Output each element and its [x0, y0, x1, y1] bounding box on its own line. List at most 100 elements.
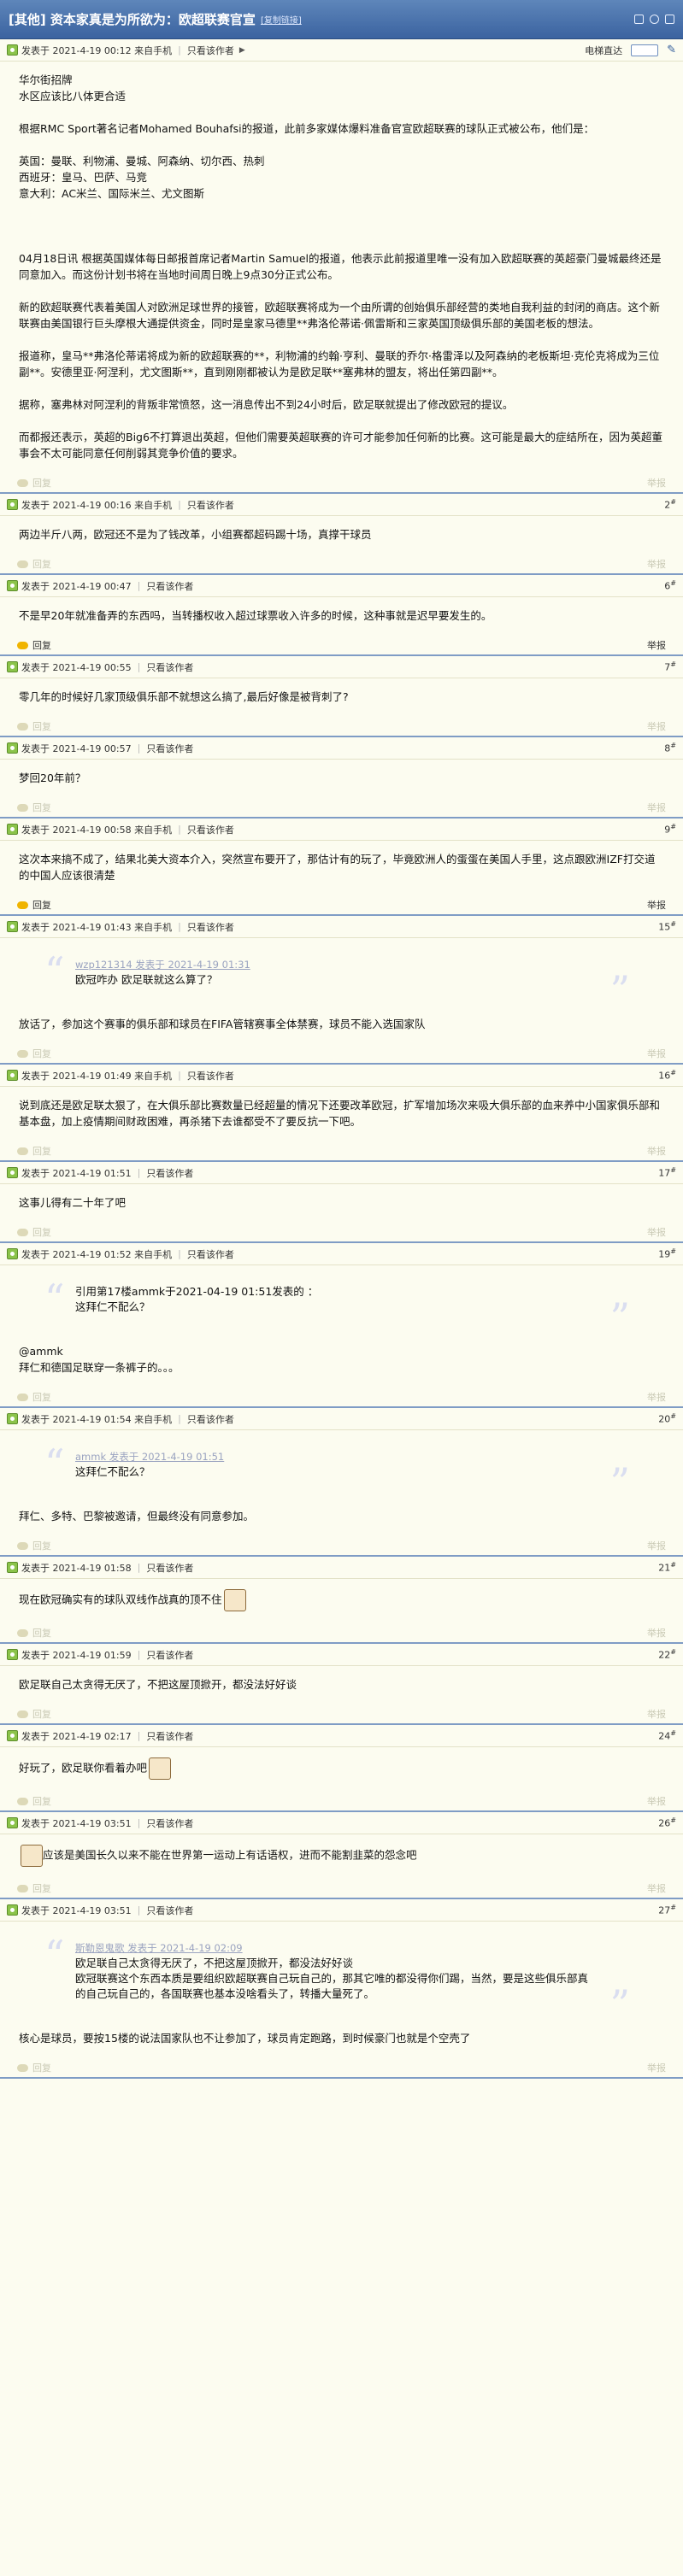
- quote-source[interactable]: wzp121314 发表于 2021-4-19 01:31: [75, 957, 596, 972]
- user-avatar-icon[interactable]: [7, 1167, 18, 1178]
- reply-icon[interactable]: [17, 1147, 28, 1155]
- reply-button[interactable]: 回复: [32, 557, 51, 571]
- reply-button[interactable]: 回复: [32, 2061, 51, 2074]
- user-avatar-icon[interactable]: [7, 580, 18, 591]
- report-button[interactable]: 举报: [647, 801, 666, 814]
- reply-icon[interactable]: [17, 1049, 28, 1058]
- user-avatar-icon[interactable]: [7, 1562, 18, 1573]
- only-author-link[interactable]: 只看该作者: [187, 920, 234, 934]
- only-author-link[interactable]: 只看该作者: [146, 1561, 193, 1575]
- jump-floor-input[interactable]: [631, 44, 659, 56]
- post-text: 水区应该比八体更合适: [19, 88, 664, 104]
- reply-button[interactable]: 回复: [32, 1539, 51, 1552]
- play-arrow-icon[interactable]: ▶: [239, 46, 245, 55]
- reply-icon[interactable]: [17, 1884, 28, 1892]
- prev-topic-link[interactable]: 电梯直达: [585, 44, 622, 57]
- reply-button[interactable]: 回复: [32, 1794, 51, 1808]
- user-avatar-icon[interactable]: [7, 44, 18, 56]
- reply-button[interactable]: 回复: [32, 476, 51, 490]
- user-avatar-icon[interactable]: [7, 661, 18, 672]
- quote-source[interactable]: 斯勒恩鬼歌 发表于 2021-4-19 02:09: [75, 1940, 596, 1956]
- report-button[interactable]: 举报: [647, 1794, 666, 1808]
- post-text-line: 梦回20年前？: [19, 772, 86, 784]
- only-author-link[interactable]: 只看该作者: [146, 1816, 193, 1830]
- user-avatar-icon[interactable]: [7, 742, 18, 754]
- report-button[interactable]: 举报: [647, 898, 666, 912]
- report-button[interactable]: 举报: [647, 1626, 666, 1640]
- user-avatar-icon[interactable]: [7, 921, 18, 932]
- reply-button[interactable]: 回复: [32, 1390, 51, 1404]
- reply-button[interactable]: 回复: [32, 1881, 51, 1895]
- user-avatar-icon[interactable]: [7, 824, 18, 835]
- reply-icon[interactable]: [17, 1393, 28, 1401]
- reply-icon[interactable]: [17, 1228, 28, 1236]
- user-avatar-icon[interactable]: [7, 1248, 18, 1259]
- post-text-line: 这事儿得有二十年了吧: [19, 1196, 127, 1209]
- only-author-link[interactable]: 只看该作者: [187, 1247, 234, 1261]
- reply-icon[interactable]: [17, 803, 28, 812]
- only-author-link[interactable]: 只看该作者: [187, 1069, 234, 1083]
- reply-button[interactable]: 回复: [32, 1707, 51, 1721]
- report-button[interactable]: 举报: [647, 1144, 666, 1158]
- quote-source[interactable]: ammk 发表于 2021-4-19 01:51: [75, 1449, 596, 1464]
- only-author-link[interactable]: 只看该作者: [146, 1729, 193, 1743]
- report-button[interactable]: 举报: [647, 1225, 666, 1239]
- user-avatar-icon[interactable]: [7, 499, 18, 510]
- reply-button[interactable]: 回复: [32, 898, 51, 912]
- floor-number: 26#: [658, 1816, 676, 1829]
- report-button[interactable]: 举报: [647, 719, 666, 733]
- edit-pen-icon[interactable]: ✎: [667, 44, 676, 56]
- report-button[interactable]: 举报: [647, 1539, 666, 1552]
- only-author-link[interactable]: 只看该作者: [187, 823, 234, 836]
- share-icon[interactable]: [650, 15, 659, 24]
- only-author-link[interactable]: 只看该作者: [146, 742, 193, 755]
- copy-link[interactable]: [复制链接]: [261, 13, 302, 26]
- report-button[interactable]: 举报: [647, 557, 666, 571]
- reply-button[interactable]: 回复: [32, 801, 51, 814]
- reply-button[interactable]: 回复: [32, 1144, 51, 1158]
- report-button[interactable]: 举报: [647, 638, 666, 652]
- print-icon[interactable]: [634, 15, 644, 24]
- report-button[interactable]: 举报: [647, 1707, 666, 1721]
- only-author-link[interactable]: 只看该作者: [146, 1904, 193, 1917]
- report-button[interactable]: 举报: [647, 2061, 666, 2074]
- report-button[interactable]: 举报: [647, 1047, 666, 1060]
- reply-button[interactable]: 回复: [32, 638, 51, 652]
- only-author-link[interactable]: 只看该作者: [187, 44, 234, 57]
- reply-icon[interactable]: [17, 641, 28, 649]
- reply-icon[interactable]: [17, 1710, 28, 1718]
- reply-button[interactable]: 回复: [32, 1626, 51, 1640]
- user-avatar-icon[interactable]: [7, 1649, 18, 1660]
- reply-icon[interactable]: [17, 901, 28, 909]
- toggle-icon[interactable]: [665, 15, 674, 24]
- reply-button[interactable]: 回复: [32, 1047, 51, 1060]
- reply-icon[interactable]: [17, 1541, 28, 1550]
- reply-button[interactable]: 回复: [32, 1225, 51, 1239]
- only-author-link[interactable]: 只看该作者: [187, 498, 234, 512]
- divider: |: [137, 742, 141, 754]
- user-avatar-icon[interactable]: [7, 1413, 18, 1424]
- user-avatar-icon[interactable]: [7, 1817, 18, 1828]
- only-author-link[interactable]: 只看该作者: [146, 660, 193, 674]
- post-text: 报道称，皇马**弗洛伦蒂诺将成为新的欧超联赛的**，利物浦的约翰·亨利、曼联的乔…: [19, 348, 664, 380]
- user-avatar-icon[interactable]: [7, 1070, 18, 1081]
- reply-icon[interactable]: [17, 2063, 28, 2072]
- user-avatar-icon[interactable]: [7, 1730, 18, 1741]
- user-avatar-icon[interactable]: [7, 1904, 18, 1916]
- reply-button[interactable]: 回复: [32, 719, 51, 733]
- report-button[interactable]: 举报: [647, 1881, 666, 1895]
- only-author-link[interactable]: 只看该作者: [146, 1166, 193, 1180]
- reply-icon[interactable]: [17, 1797, 28, 1805]
- only-author-link[interactable]: 只看该作者: [146, 1648, 193, 1662]
- reply-icon[interactable]: [17, 560, 28, 568]
- report-button[interactable]: 举报: [647, 1390, 666, 1404]
- reply-icon[interactable]: [17, 1628, 28, 1637]
- only-author-link[interactable]: 只看该作者: [187, 1412, 234, 1426]
- reply-icon[interactable]: [17, 722, 28, 731]
- post-text: 西班牙：皇马、巴萨、马竞: [19, 169, 664, 185]
- only-author-link[interactable]: 只看该作者: [146, 579, 193, 593]
- post-body: 好玩了，欧足联你看着办吧: [0, 1747, 683, 1792]
- report-button[interactable]: 举报: [647, 476, 666, 490]
- reply-icon[interactable]: [17, 478, 28, 487]
